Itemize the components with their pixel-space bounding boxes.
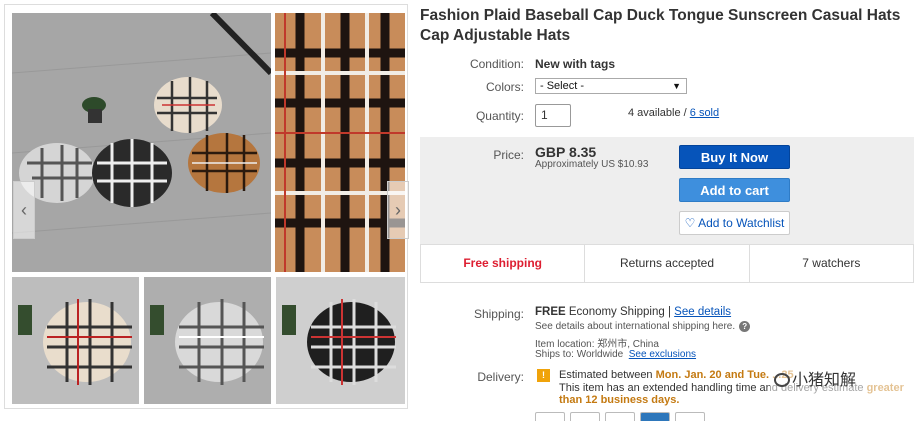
chevron-right-icon: › xyxy=(395,200,401,220)
free-shipping-badge: Free shipping xyxy=(421,245,586,282)
condition-label: Condition: xyxy=(469,57,524,71)
sold-link[interactable]: 6 sold xyxy=(690,107,719,119)
payment-methods xyxy=(535,412,705,421)
shipping-label: Shipping: xyxy=(473,307,524,321)
handling-note-end: than 12 business days. xyxy=(559,394,680,406)
gallery-next-button[interactable]: › xyxy=(387,181,409,239)
international-shipping-note: See details about international shipping… xyxy=(535,321,751,332)
thumbnail-photo-3[interactable] xyxy=(276,277,405,404)
mastercard-icon xyxy=(605,412,635,421)
colors-select[interactable]: - Select - ▼ xyxy=(535,78,687,94)
wechat-icon xyxy=(774,373,790,387)
availability: 4 available / 6 sold xyxy=(628,107,719,119)
main-product-photo[interactable] xyxy=(12,13,271,272)
colors-selected-value: - Select - xyxy=(540,80,585,92)
ships-to: Ships to: Worldwide See exclusions xyxy=(535,349,696,360)
heart-icon: ♡ xyxy=(684,216,696,230)
see-exclusions-link[interactable]: See exclusions xyxy=(629,349,696,360)
returns-badge: Returns accepted xyxy=(585,245,750,282)
warning-icon: ! xyxy=(537,369,550,382)
gallery-prev-button[interactable]: ‹ xyxy=(13,181,35,239)
item-location: Item location: 郑州市, China xyxy=(535,339,659,350)
international-shipping-text: See details about international shipping… xyxy=(535,321,736,332)
add-to-cart-button[interactable]: Add to cart xyxy=(679,178,790,202)
available-count: 4 available / xyxy=(628,107,690,119)
listing-title: Fashion Plaid Baseball Cap Duck Tongue S… xyxy=(420,7,901,44)
add-to-watchlist-button[interactable]: ♡ Add to Watchlist xyxy=(679,211,790,235)
amex-icon xyxy=(640,412,670,421)
quantity-input[interactable]: 1 xyxy=(535,104,571,127)
colors-label: Colors: xyxy=(485,80,524,94)
help-icon[interactable]: ? xyxy=(739,321,751,332)
thumbnail-photo-1[interactable] xyxy=(12,277,139,404)
delivery-estimate: Estimated between Mon. Jan. 20 and Tue. … xyxy=(559,369,794,381)
delivery-label: Delivery: xyxy=(477,370,524,384)
shipping-summary: FREE Economy Shipping | See details xyxy=(535,306,731,318)
condition-value: New with tags xyxy=(535,57,616,71)
estimate-prefix: Estimated between xyxy=(559,369,656,381)
approx-price: Approximately US $10.93 xyxy=(535,159,649,170)
watermark-text: 小猪知解 xyxy=(792,372,857,389)
discover-icon xyxy=(675,412,705,421)
quantity-label: Quantity: xyxy=(475,109,524,123)
chevron-left-icon: ‹ xyxy=(21,200,27,220)
watchers-count: 7 watchers xyxy=(802,256,861,270)
price-label: Price: xyxy=(493,148,524,162)
shipping-service: Economy Shipping | xyxy=(568,306,671,318)
dropdown-arrow-icon: ▼ xyxy=(672,81,681,91)
paypal-icon xyxy=(535,412,565,421)
second-product-photo[interactable] xyxy=(275,13,405,272)
buy-it-now-button[interactable]: Buy It Now xyxy=(679,145,790,169)
info-bar: Free shipping Returns accepted 7 watcher… xyxy=(420,244,914,283)
price-value: GBP 8.35 xyxy=(535,144,597,160)
watchlist-label: Add to Watchlist xyxy=(698,216,785,230)
ships-to-text: Ships to: Worldwide xyxy=(535,349,624,360)
thumbnail-photo-2[interactable] xyxy=(144,277,271,404)
shipping-see-details-link[interactable]: See details xyxy=(674,306,731,318)
shipping-free: FREE xyxy=(535,306,566,318)
image-gallery: ‹ › xyxy=(4,4,409,409)
visa-icon xyxy=(570,412,600,421)
watermark: 小猪知解 xyxy=(770,366,918,396)
